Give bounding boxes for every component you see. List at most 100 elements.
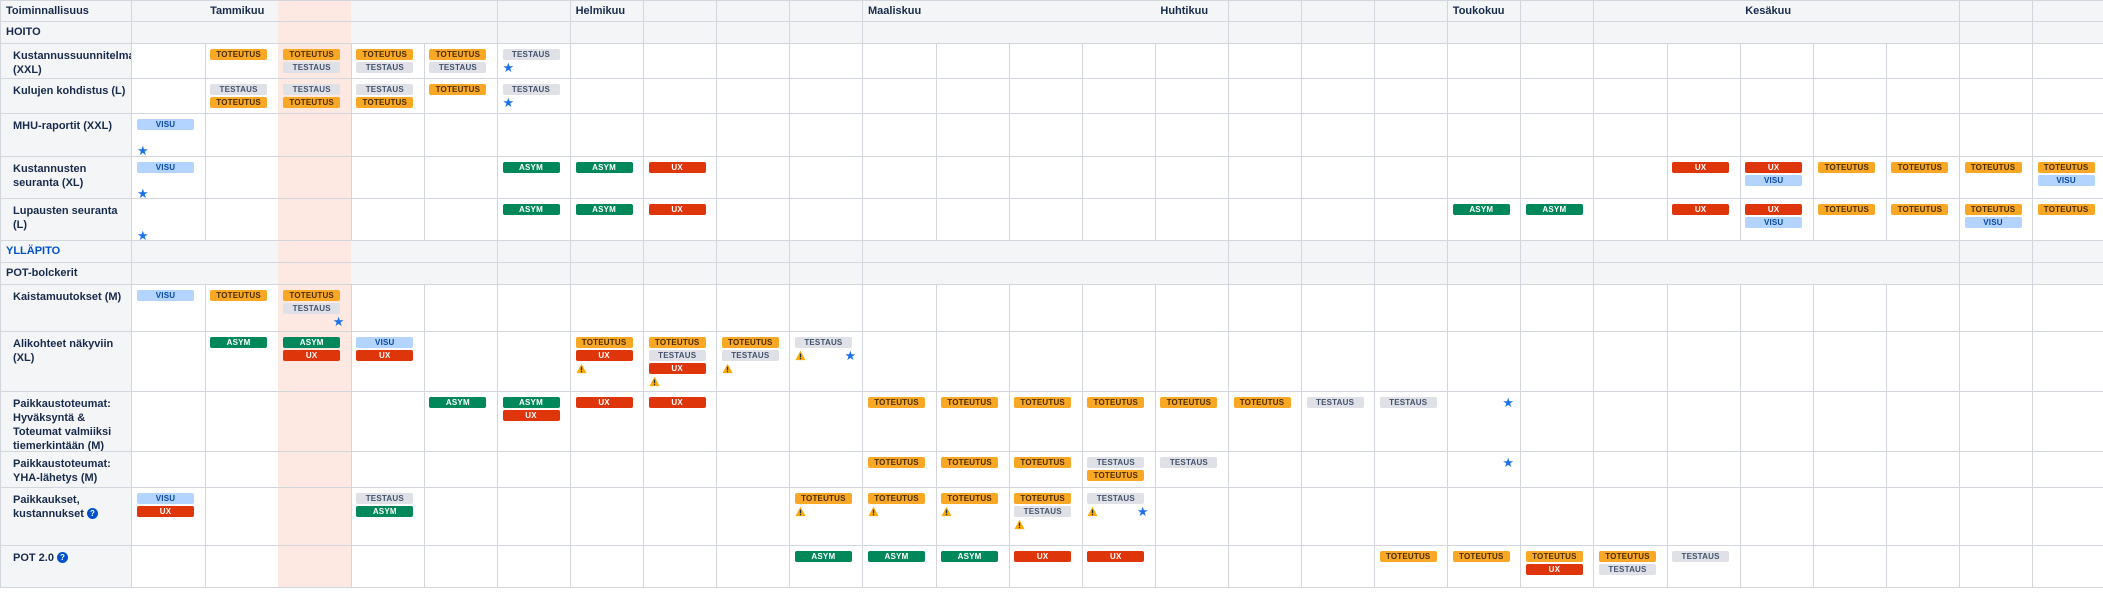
tag-toteutus[interactable]: TOTEUTUS [941,493,999,504]
tag-ux[interactable]: UX [1087,551,1145,562]
tag-toteutus[interactable]: TOTEUTUS [1014,493,1072,504]
tag-toteutus[interactable]: TOTEUTUS [1891,204,1949,215]
tag-testaus[interactable]: TESTAUS [1672,551,1730,562]
tag-toteutus[interactable]: TOTEUTUS [648,337,706,348]
tag-ux[interactable]: UX [648,397,706,408]
tag-asym[interactable]: ASYM [575,162,633,173]
tag-toteutus[interactable]: TOTEUTUS [1087,470,1145,481]
tag-testaus[interactable]: TESTAUS [502,49,560,60]
tag-toteutus[interactable]: TOTEUTUS [1452,551,1510,562]
tag-toteutus[interactable]: TOTEUTUS [1964,162,2022,173]
tag-toteutus[interactable]: TOTEUTUS [283,49,341,60]
tag-testaus[interactable]: TESTAUS [648,350,706,361]
tag-asym[interactable]: ASYM [575,204,633,215]
tag-ux[interactable]: UX [137,506,194,517]
tag-visu[interactable]: VISU [2037,175,2095,186]
tag-testaus[interactable]: TESTAUS [1306,397,1364,408]
tag-asym[interactable]: ASYM [502,162,560,173]
tag-testaus[interactable]: TESTAUS [283,84,341,95]
tag-testaus[interactable]: TESTAUS [1599,564,1656,575]
tag-ux[interactable]: UX [648,363,706,374]
tag-asym[interactable]: ASYM [868,551,925,562]
tag-toteutus[interactable]: TOTEUTUS [575,337,633,348]
tag-visu[interactable]: VISU [137,162,194,173]
tag-visu[interactable]: VISU [1964,217,2022,228]
tag-testaus[interactable]: TESTAUS [1014,506,1072,517]
tag-testaus[interactable]: TESTAUS [283,62,341,73]
tag-visu[interactable]: VISU [137,119,194,130]
tag-toteutus[interactable]: TOTEUTUS [283,97,341,108]
tag-toteutus[interactable]: TOTEUTUS [941,457,999,468]
tag-toteutus[interactable]: TOTEUTUS [941,397,999,408]
tag-toteutus[interactable]: TOTEUTUS [1379,551,1437,562]
tag-toteutus[interactable]: TOTEUTUS [1964,204,2022,215]
tag-ux[interactable]: UX [502,410,560,421]
tag-visu[interactable]: VISU [1745,217,1803,228]
tag-testaus[interactable]: TESTAUS [283,303,341,314]
tag-visu[interactable]: VISU [137,290,194,301]
tag-asym[interactable]: ASYM [1452,204,1510,215]
tag-testaus[interactable]: TESTAUS [356,493,414,504]
tag-toteutus[interactable]: TOTEUTUS [356,49,414,60]
tag-toteutus[interactable]: TOTEUTUS [1525,551,1583,562]
tag-testaus[interactable]: TESTAUS [356,84,414,95]
tag-toteutus[interactable]: TOTEUTUS [2037,204,2095,215]
tag-ux[interactable]: UX [1014,551,1072,562]
tag-toteutus[interactable]: TOTEUTUS [721,337,779,348]
tag-asym[interactable]: ASYM [941,551,999,562]
tag-toteutus[interactable]: TOTEUTUS [794,493,852,504]
tag-asym[interactable]: ASYM [356,506,414,517]
tag-visu[interactable]: VISU [356,337,414,348]
tag-toteutus[interactable]: TOTEUTUS [429,49,487,60]
tag-toteutus[interactable]: TOTEUTUS [210,290,268,301]
tag-testaus[interactable]: TESTAUS [1087,457,1145,468]
tag-asym[interactable]: ASYM [502,397,560,408]
tag-testaus[interactable]: TESTAUS [794,337,852,348]
tag-toteutus[interactable]: TOTEUTUS [356,97,414,108]
tag-toteutus[interactable]: TOTEUTUS [2037,162,2095,173]
tag-toteutus[interactable]: TOTEUTUS [868,493,925,504]
tag-ux[interactable]: UX [648,162,706,173]
tag-toteutus[interactable]: TOTEUTUS [1014,397,1072,408]
tag-testaus[interactable]: TESTAUS [721,350,779,361]
tag-toteutus[interactable]: TOTEUTUS [1818,162,1876,173]
tag-testaus[interactable]: TESTAUS [356,62,414,73]
tag-asym[interactable]: ASYM [502,204,560,215]
tag-asym[interactable]: ASYM [283,337,341,348]
tag-toteutus[interactable]: TOTEUTUS [210,97,268,108]
tag-toteutus[interactable]: TOTEUTUS [868,457,925,468]
tag-toteutus[interactable]: TOTEUTUS [429,84,487,95]
tag-asym[interactable]: ASYM [794,551,852,562]
tag-testaus[interactable]: TESTAUS [210,84,268,95]
help-icon[interactable]: ? [56,552,68,563]
tag-ux[interactable]: UX [1525,564,1583,575]
tag-asym[interactable]: ASYM [210,337,268,348]
tag-toteutus[interactable]: TOTEUTUS [1891,162,1949,173]
tag-asym[interactable]: ASYM [429,397,487,408]
tag-ux[interactable]: UX [575,350,633,361]
tag-toteutus[interactable]: TOTEUTUS [1087,397,1145,408]
tag-ux[interactable]: UX [1672,162,1730,173]
tag-toteutus[interactable]: TOTEUTUS [210,49,268,60]
tag-testaus[interactable]: TESTAUS [1160,457,1218,468]
tag-testaus[interactable]: TESTAUS [1379,397,1437,408]
tag-ux[interactable]: UX [356,350,414,361]
tag-toteutus[interactable]: TOTEUTUS [1160,397,1218,408]
tag-toteutus[interactable]: TOTEUTUS [1818,204,1876,215]
tag-toteutus[interactable]: TOTEUTUS [1014,457,1072,468]
tag-ux[interactable]: UX [1745,204,1803,215]
tag-ux[interactable]: UX [575,397,633,408]
tag-toteutus[interactable]: TOTEUTUS [283,290,341,301]
tag-ux[interactable]: UX [283,350,341,361]
tag-ux[interactable]: UX [1672,204,1730,215]
tag-toteutus[interactable]: TOTEUTUS [1233,397,1291,408]
tag-testaus[interactable]: TESTAUS [429,62,487,73]
tag-toteutus[interactable]: TOTEUTUS [1599,551,1656,562]
tag-visu[interactable]: VISU [1745,175,1803,186]
help-icon[interactable]: ? [86,508,98,519]
tag-testaus[interactable]: TESTAUS [1087,493,1145,504]
tag-ux[interactable]: UX [648,204,706,215]
tag-toteutus[interactable]: TOTEUTUS [868,397,925,408]
tag-asym[interactable]: ASYM [1525,204,1583,215]
tag-testaus[interactable]: TESTAUS [502,84,560,95]
